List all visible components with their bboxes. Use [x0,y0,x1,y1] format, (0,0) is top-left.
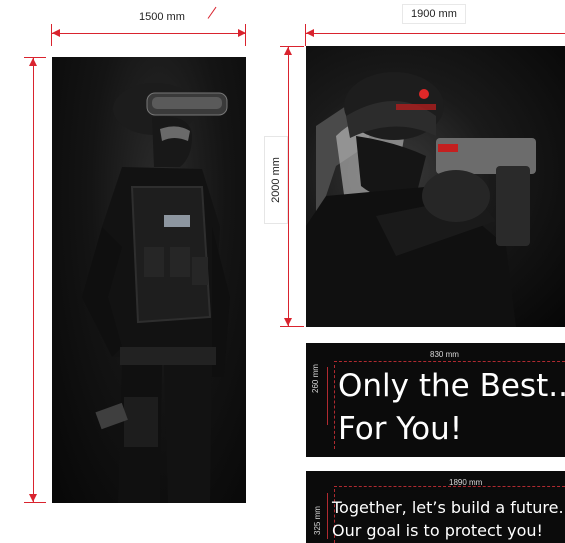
right-height-tick-bottom [280,326,304,327]
left-height-arrow-top [29,58,37,66]
left-width-arrow-left [52,29,60,37]
left-width-tick-left [51,24,52,46]
right-height-line [288,47,289,326]
banner-1-guide-left [334,365,335,449]
right-height-label-box: 2000 mm [264,136,288,224]
right-height-tick-top [280,46,304,47]
left-width-tick-right [245,24,246,46]
right-height-arrow-top [284,47,292,55]
banner-2-line-2: Our goal is to protect you! [332,521,543,540]
banner-2: 1890 mm 325 mm Together, let’s build a f… [306,471,565,543]
banner-2-line-1: Together, let’s build a future... [332,498,565,517]
banner-1-guide-top [334,361,565,362]
right-height-arrow-bottom [284,318,292,326]
banner-2-width-label: 1890 mm [449,478,483,487]
left-height-line [33,58,34,502]
banner-2-guide-height-bar [327,493,328,539]
left-width-line [52,33,246,34]
banner-1-line-2: For You! [338,411,463,447]
right-width-line [306,33,565,34]
left-width-label: 1500 mm [136,11,188,23]
left-height-tick-bottom [24,502,46,503]
right-width-label: 1900 mm [402,4,466,24]
right-width-arrow-left [306,29,314,37]
right-width-tick-left [305,24,306,46]
banner-1-width-label: 830 mm [430,350,459,359]
banner-1-line-1: Only the Best... [338,368,565,404]
banner-1: 830 mm 260 mm Only the Best... For You! [306,343,565,457]
left-width-pointer [207,6,217,19]
banner-2-height-label: 325 mm [313,506,322,535]
right-height-label: 2000 mm [270,157,282,203]
left-poster-panel [52,57,246,503]
banner-1-guide-height-bar [327,367,328,425]
officer-pistol-illustration [306,72,536,327]
banner-1-height-label: 260 mm [311,364,320,393]
left-height-tick-top [24,57,46,58]
right-poster-panel [306,46,565,327]
soldier-illustration [82,83,230,503]
left-height-arrow-bottom [29,494,37,502]
